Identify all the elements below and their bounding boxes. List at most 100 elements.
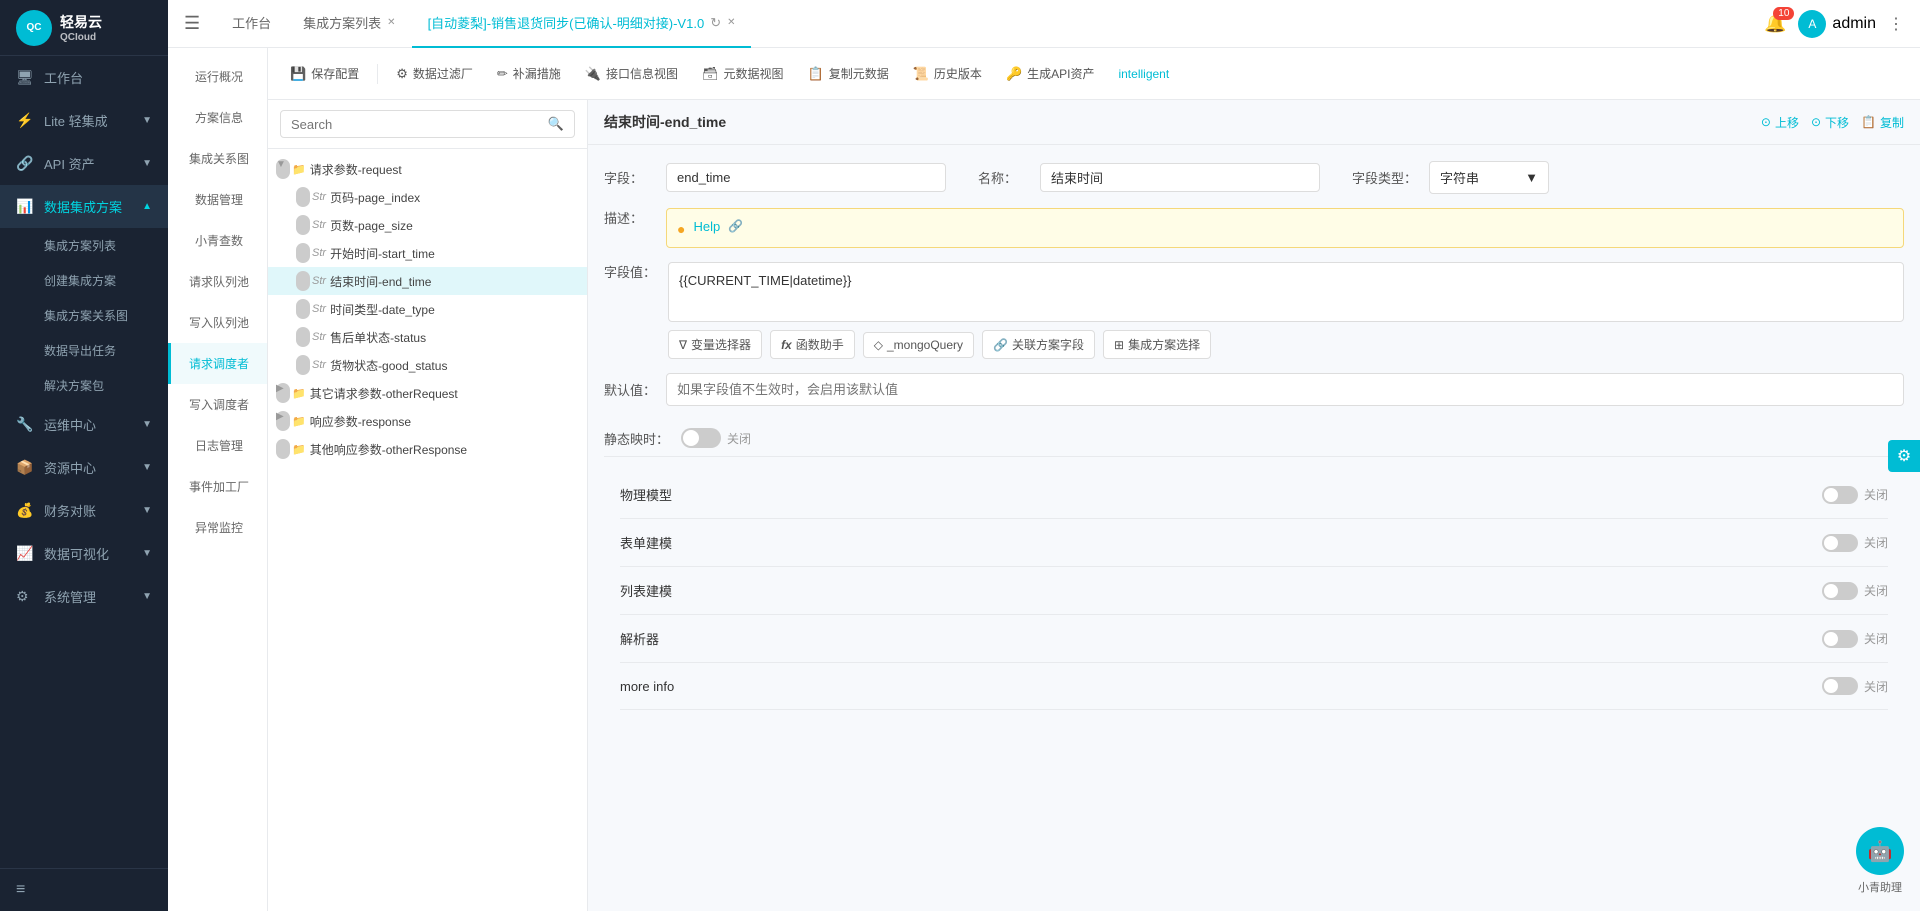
user-info[interactable]: A admin — [1798, 10, 1876, 38]
parser-toggle[interactable] — [1822, 630, 1858, 648]
left-panel-xiao-qing[interactable]: 小青查数 — [168, 220, 267, 261]
interface-info-btn[interactable]: 🔌 接口信息视图 — [575, 59, 688, 88]
sidebar-item-workbench[interactable]: 🖥 工作台 — [0, 56, 168, 99]
sidebar-item-ops[interactable]: 🔧 运维中心 ▼ — [0, 403, 168, 446]
tree-node-end-time[interactable]: Str 结束时间-end_time — [268, 267, 587, 295]
tab-workbench[interactable]: 工作台 — [216, 0, 287, 48]
sidebar-collapse-btn[interactable]: ≡ — [0, 868, 168, 911]
warning-icon: ● — [677, 221, 685, 237]
tree-node-good-status[interactable]: Str 货物状态-good_status — [268, 351, 587, 379]
gen-api-btn[interactable]: 🔑 生成API资产 — [996, 59, 1105, 88]
left-panel-overview[interactable]: 运行概况 — [168, 56, 267, 97]
tree-node-page-index[interactable]: Str 页码-page_index — [268, 183, 587, 211]
help-link[interactable]: Help — [693, 219, 720, 234]
chevron-down-icon: ▼ — [142, 505, 152, 516]
left-panel-integration-rel[interactable]: 集成关系图 — [168, 138, 267, 179]
left-panel-log-mgmt[interactable]: 日志管理 — [168, 425, 267, 466]
left-panel-request-pool[interactable]: 请求队列池 — [168, 261, 267, 302]
sidebar-item-lite[interactable]: ⚡ Lite 轻集成 ▼ — [0, 99, 168, 142]
field-value-textarea[interactable]: {{CURRENT_TIME|datetime}} — [668, 262, 1904, 322]
tree-node-response[interactable]: ▶ 📁 响应参数-response — [268, 407, 587, 435]
xiao-qing-assistant[interactable]: 🤖 小青助理 — [1856, 827, 1904, 895]
physical-model-toggle[interactable] — [1822, 486, 1858, 504]
left-panel-plan-info[interactable]: 方案信息 — [168, 97, 267, 138]
meta-data-btn[interactable]: 🗃 元数据视图 — [692, 59, 794, 88]
tree-toggle-other-req[interactable]: ▶ — [276, 383, 290, 403]
chevron-down-icon: ▼ — [142, 419, 152, 430]
history-btn[interactable]: 📜 历史版本 — [903, 59, 992, 88]
sidebar-item-finance[interactable]: 💰 财务对账 ▼ — [0, 489, 168, 532]
more-menu-btn[interactable]: ⋮ — [1888, 14, 1904, 34]
supplement-btn[interactable]: ✏ 补漏措施 — [487, 59, 571, 88]
tab-integration-list[interactable]: 集成方案列表 ✕ — [287, 0, 411, 48]
search-input[interactable] — [291, 117, 548, 132]
sidebar-sub-solution-pkg[interactable]: 解决方案包 — [0, 368, 168, 403]
close-tab-integration-list[interactable]: ✕ — [387, 17, 395, 28]
mongo-query-btn[interactable]: ◇ _mongoQuery — [863, 332, 974, 358]
tree-node-other-req[interactable]: ▶ 📁 其它请求参数-otherRequest — [268, 379, 587, 407]
left-panel-write-scheduler[interactable]: 写入调度者 — [168, 384, 267, 425]
tree-node-page-size[interactable]: Str 页数-page_size — [268, 211, 587, 239]
copy-action[interactable]: 📋 复制 — [1861, 114, 1904, 131]
save-config-btn[interactable]: 💾 保存配置 — [280, 59, 369, 88]
field-input[interactable] — [666, 163, 946, 192]
intelligent-btn[interactable]: intelligent — [1108, 61, 1179, 87]
tree-toggle-response[interactable]: ▶ — [276, 411, 290, 431]
tree-node-req-params[interactable]: ▼ 📁 请求参数-request — [268, 155, 587, 183]
sidebar-item-data-viz[interactable]: 📈 数据可视化 ▼ — [0, 532, 168, 575]
copy-detail-icon: 📋 — [1861, 115, 1876, 129]
main-content: ☰ 工作台 集成方案列表 ✕ [自动菱梨]-销售退货同步(已确认-明细对接)-V… — [168, 0, 1920, 911]
assistant-avatar[interactable]: 🤖 — [1856, 827, 1904, 875]
integration-select-btn[interactable]: ⊞ 集成方案选择 — [1103, 330, 1211, 359]
static-map-toggle[interactable]: 关闭 — [681, 428, 751, 448]
left-panel-anomaly-monitor[interactable]: 异常监控 — [168, 507, 267, 548]
search-icon[interactable]: 🔍 — [548, 116, 564, 132]
func-helper-btn[interactable]: fx 函数助手 — [770, 330, 855, 359]
tree-node-order-status[interactable]: Str 售后单状态-status — [268, 323, 587, 351]
tree-node-other-resp[interactable]: 📁 其他响应参数-otherResponse — [268, 435, 587, 463]
notification-bell[interactable]: 🔔 10 — [1764, 13, 1786, 34]
more-info-toggle[interactable] — [1822, 677, 1858, 695]
related-field-btn[interactable]: 🔗 关联方案字段 — [982, 330, 1095, 359]
external-link-icon: 🔗 — [728, 219, 743, 233]
name-input[interactable] — [1040, 163, 1320, 192]
sidebar-item-api[interactable]: 🔗 API 资产 ▼ — [0, 142, 168, 185]
sidebar-sub-create-integration[interactable]: 创建集成方案 — [0, 263, 168, 298]
sidebar-sub-integration-rel[interactable]: 集成方案关系图 — [0, 298, 168, 333]
left-panel-request-scheduler[interactable]: 请求调度者 — [168, 343, 267, 384]
form-build-toggle[interactable] — [1822, 534, 1858, 552]
sidebar-sub-integration-list[interactable]: 集成方案列表 — [0, 228, 168, 263]
refresh-tab-main[interactable]: ↻ — [710, 15, 721, 31]
sidebar-item-resources[interactable]: 📦 资源中心 ▼ — [0, 446, 168, 489]
tree-node-start-time[interactable]: Str 开始时间-start_time — [268, 239, 587, 267]
static-map-toggle-switch[interactable] — [681, 428, 721, 448]
toggle-knob — [1824, 679, 1838, 693]
left-panel-data-mgmt[interactable]: 数据管理 — [168, 179, 267, 220]
settings-fab[interactable]: ⚙ — [1888, 440, 1920, 472]
down-action[interactable]: ⊙ 下移 — [1811, 114, 1849, 131]
tree-search-area: 🔍 — [268, 100, 587, 149]
tree-node-date-type[interactable]: Str 时间类型-date_type — [268, 295, 587, 323]
logo-text: 轻易云 QCIoud — [60, 12, 102, 43]
list-build-toggle[interactable] — [1822, 582, 1858, 600]
type-select[interactable]: 字符串 ▼ — [1429, 161, 1549, 194]
data-filter-btn[interactable]: ⚙ 数据过滤厂 — [386, 59, 483, 88]
default-value-row: 默认值： — [604, 373, 1904, 406]
tree-toggle-req-params[interactable]: ▼ — [276, 159, 290, 179]
sidebar-sub-data-export[interactable]: 数据导出任务 — [0, 333, 168, 368]
filter-icon: ⚙ — [396, 66, 408, 82]
left-panel: 运行概况 方案信息 集成关系图 数据管理 小青查数 请求队列池 写入队列池 请求… — [168, 48, 268, 911]
close-tab-main[interactable]: ✕ — [727, 17, 735, 28]
left-panel-event-factory[interactable]: 事件加工厂 — [168, 466, 267, 507]
left-panel-write-pool[interactable]: 写入队列池 — [168, 302, 267, 343]
tab-main[interactable]: [自动菱梨]-销售退货同步(已确认-明细对接)-V1.0 ↻ ✕ — [412, 0, 752, 48]
var-selector-btn[interactable]: ∇ 变量选择器 — [668, 330, 762, 359]
up-action[interactable]: ⊙ 上移 — [1761, 114, 1799, 131]
search-input-wrap[interactable]: 🔍 — [280, 110, 575, 138]
sidebar-item-data-integration[interactable]: 📊 数据集成方案 ▲ — [0, 185, 168, 228]
menu-toggle-btn[interactable]: ☰ — [184, 13, 200, 34]
chevron-down-icon: ▼ — [1525, 170, 1538, 185]
default-value-input[interactable] — [666, 373, 1904, 406]
copy-data-btn[interactable]: 📋 复制元数据 — [798, 59, 899, 88]
sidebar-item-sys-admin[interactable]: ⚙ 系统管理 ▼ — [0, 575, 168, 618]
